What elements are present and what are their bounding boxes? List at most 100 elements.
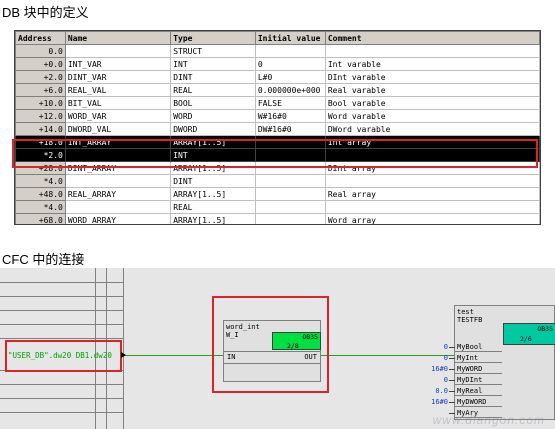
table-row[interactable]: 0.0 STRUCT <box>15 44 540 58</box>
cell-address[interactable]: +10.0 <box>15 96 66 110</box>
cell-address[interactable]: 0.0 <box>15 44 66 58</box>
cell-address[interactable]: +68.0 <box>15 213 66 224</box>
column-header-address[interactable]: Address <box>15 31 66 45</box>
input-pin-value[interactable]: 0 <box>418 376 448 384</box>
task-label: OB35 <box>302 333 318 341</box>
cell-type[interactable]: BOOL <box>170 96 256 110</box>
cell-type[interactable]: ARRAY[1..5] <box>170 213 256 224</box>
table-row[interactable]: +10.0 BIT_VAL BOOL FALSE Bool varable <box>15 96 540 110</box>
cell-address[interactable]: +12.0 <box>15 109 66 123</box>
cell-type[interactable]: STRUCT <box>170 44 256 58</box>
input-pin-value[interactable]: 0 <box>418 354 448 362</box>
cell-name[interactable]: WORD_VAR <box>64 109 172 123</box>
table-row[interactable]: +14.0 DWORD_VAL DWORD DW#16#0 DWord varable <box>15 122 540 136</box>
cell-address[interactable]: +48.0 <box>15 187 66 201</box>
cell-comment[interactable]: DWord varable <box>324 122 540 136</box>
cell-type[interactable]: DINT <box>170 174 256 188</box>
cell-name[interactable] <box>64 44 172 58</box>
cell-initial-value[interactable]: W#16#0 <box>254 109 326 123</box>
cell-initial-value[interactable] <box>254 174 326 188</box>
cell-type[interactable]: INT <box>170 57 256 71</box>
connection-wire[interactable] <box>122 355 223 356</box>
sheet-bar-row <box>0 384 123 385</box>
block-instance-name: test <box>457 308 474 316</box>
cell-type[interactable]: REAL <box>170 200 256 214</box>
cell-name[interactable]: REAL_ARRAY <box>64 187 172 201</box>
input-pin-value[interactable]: 0.0 <box>418 387 448 395</box>
table-row[interactable]: +48.0 REAL_ARRAY ARRAY[1..5] Real array <box>15 187 540 201</box>
cell-initial-value[interactable]: FALSE <box>254 96 326 110</box>
cell-comment[interactable] <box>324 174 540 188</box>
cell-comment[interactable]: Bool varable <box>324 96 540 110</box>
cell-initial-value[interactable] <box>254 44 326 58</box>
cell-name[interactable]: BIT_VAL <box>64 96 172 110</box>
cell-name[interactable]: DWORD_VAL <box>64 122 172 136</box>
cell-comment[interactable]: Word varable <box>324 109 540 123</box>
input-pin-row[interactable]: MyWORD <box>455 364 502 374</box>
cell-initial-value[interactable]: DW#16#0 <box>254 122 326 136</box>
cell-address[interactable]: +6.0 <box>15 83 66 97</box>
cell-initial-value[interactable]: L#0 <box>254 70 326 84</box>
cell-name[interactable]: INT_VAR <box>64 57 172 71</box>
column-header-type[interactable]: Type <box>170 31 256 45</box>
cell-comment[interactable]: Real array <box>324 187 540 201</box>
cell-comment[interactable] <box>324 44 540 58</box>
cell-name[interactable]: WORD_ARRAY <box>64 213 172 224</box>
cell-comment[interactable]: Word array <box>324 213 540 224</box>
table-row[interactable]: +0.0 INT_VAR INT 0 Int varable <box>15 57 540 71</box>
cell-initial-value[interactable] <box>254 200 326 214</box>
cell-name[interactable] <box>64 200 172 214</box>
cell-type[interactable]: DWORD <box>170 122 256 136</box>
db-variable-table: Address Name Type Initial value Comment … <box>14 30 541 225</box>
cell-address[interactable]: +14.0 <box>15 122 66 136</box>
input-pin-row[interactable]: MyReal <box>455 386 502 396</box>
pin-stub <box>449 347 455 348</box>
column-header-name[interactable]: Name <box>64 31 172 45</box>
column-header-initial-value[interactable]: Initial value <box>254 31 326 45</box>
cell-type[interactable]: REAL <box>170 83 256 97</box>
db-definition-heading: DB 块中的定义 <box>2 5 89 20</box>
cell-type[interactable]: WORD <box>170 109 256 123</box>
cell-address[interactable]: *4.0 <box>15 200 66 214</box>
cell-address[interactable]: *4.0 <box>15 174 66 188</box>
task-label: OB35 <box>537 325 553 333</box>
cell-address[interactable]: +0.0 <box>15 57 66 71</box>
table-row[interactable]: *4.0 REAL <box>15 200 540 214</box>
input-pin-value[interactable]: 16#0 <box>418 398 448 406</box>
table-row[interactable]: +68.0 WORD_ARRAY ARRAY[1..5] Word array <box>15 213 540 224</box>
input-pin-row[interactable]: MyInt <box>455 353 502 363</box>
input-pin-name: MyInt <box>457 354 479 362</box>
word-int-block[interactable]: word_int W_I OB35 2/8 IN OUT <box>223 320 321 382</box>
sequence-number: 2/6 <box>520 335 532 343</box>
input-pin-row[interactable]: MyDInt <box>455 375 502 385</box>
table-row[interactable]: +6.0 REAL_VAL REAL 0.000000e+000 Real varabl… <box>15 83 540 97</box>
column-header-comment[interactable]: Comment <box>324 31 540 45</box>
table-row[interactable]: *4.0 DINT <box>15 174 540 188</box>
cell-comment[interactable]: Int varable <box>324 57 540 71</box>
cell-initial-value[interactable]: 0.000000e+000 <box>254 83 326 97</box>
cell-initial-value[interactable]: 0 <box>254 57 326 71</box>
cell-initial-value[interactable] <box>254 187 326 201</box>
cell-type[interactable]: ARRAY[1..5] <box>170 187 256 201</box>
cell-type[interactable]: DINT <box>170 70 256 84</box>
cell-name[interactable] <box>64 174 172 188</box>
sheet-bar-row <box>0 412 123 413</box>
block-divider <box>224 363 320 364</box>
block-divider <box>224 351 320 352</box>
input-pin-in[interactable]: IN <box>227 353 235 361</box>
cell-comment[interactable] <box>324 200 540 214</box>
output-pin-out[interactable]: OUT <box>304 353 317 361</box>
cell-comment[interactable]: Real varable <box>324 83 540 97</box>
cell-name[interactable]: DINT_VAR <box>64 70 172 84</box>
table-row[interactable]: +12.0 WORD_VAR WORD W#16#0 Word varable <box>15 109 540 123</box>
pin-stub <box>449 391 455 392</box>
input-pin-value[interactable]: 0 <box>418 343 448 351</box>
input-pin-value[interactable]: 16#0 <box>418 365 448 373</box>
table-row[interactable]: +2.0 DINT_VAR DINT L#0 DInt varable <box>15 70 540 84</box>
input-pin-row[interactable]: MyDWORD <box>455 397 502 407</box>
cell-comment[interactable]: DInt varable <box>324 70 540 84</box>
input-pin-row[interactable]: MyBool <box>455 342 502 352</box>
cell-initial-value[interactable] <box>254 213 326 224</box>
cell-address[interactable]: +2.0 <box>15 70 66 84</box>
cell-name[interactable]: REAL_VAL <box>64 83 172 97</box>
